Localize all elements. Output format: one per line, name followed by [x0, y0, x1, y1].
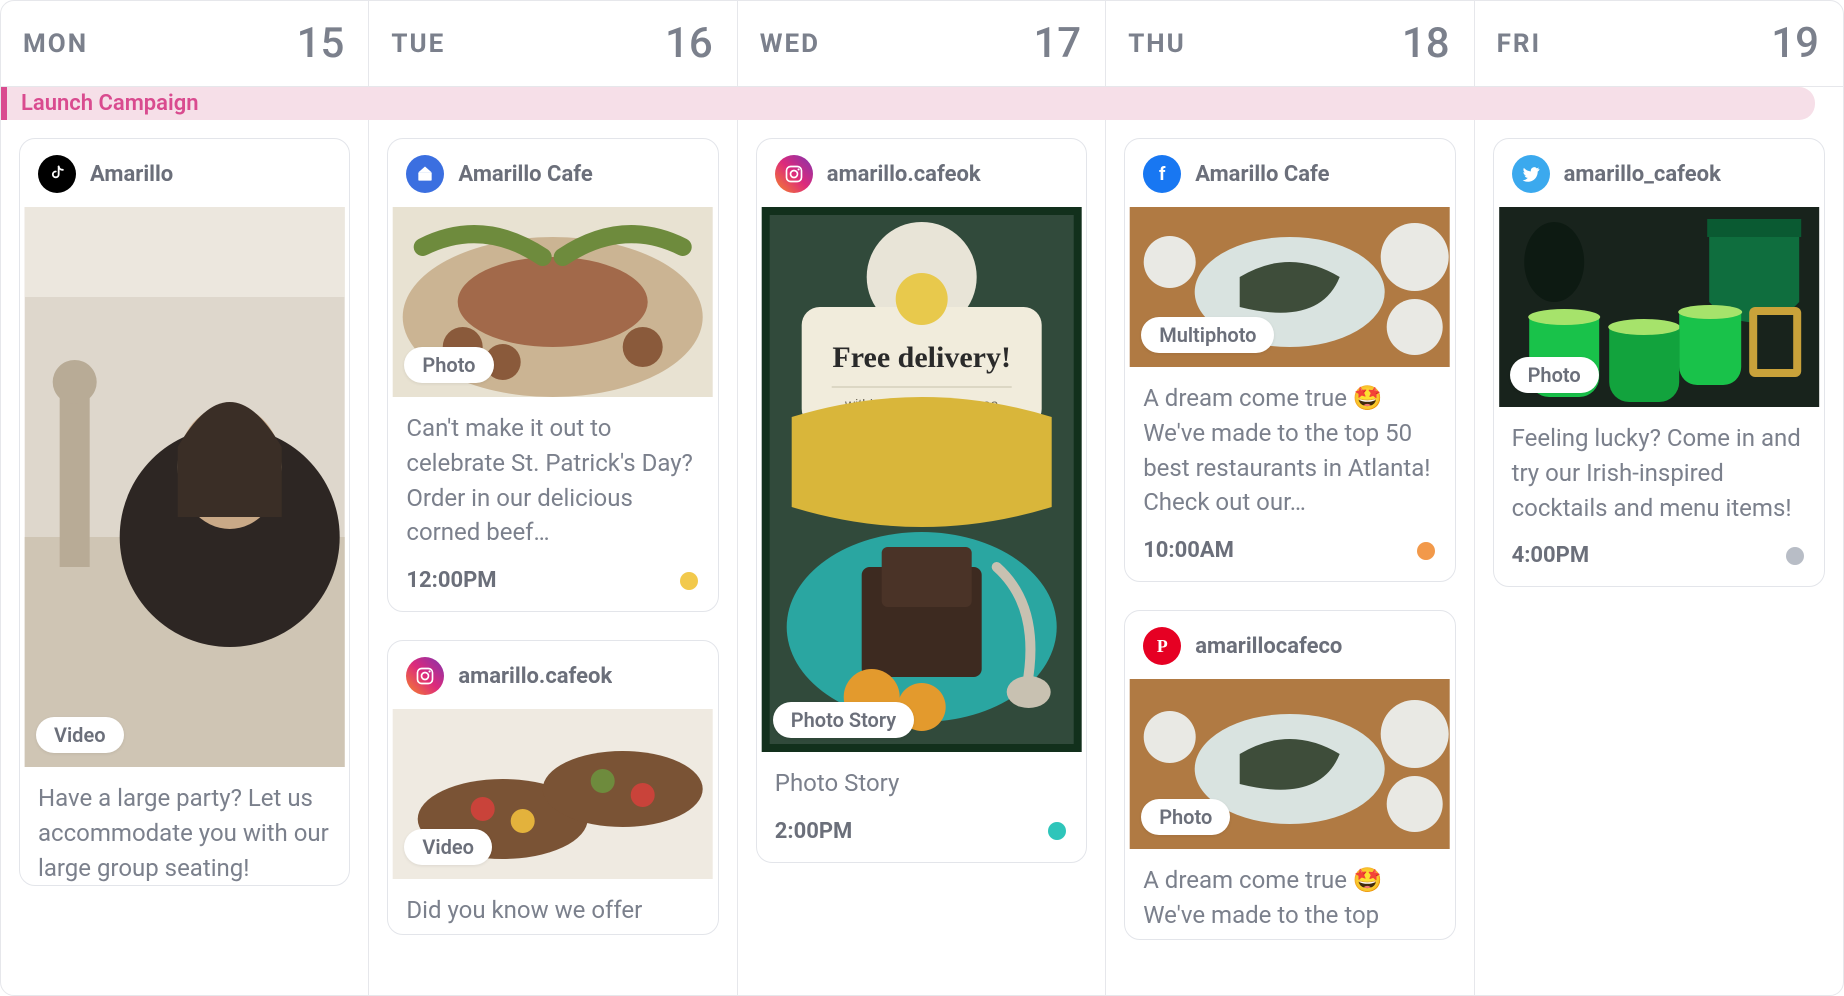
media-type-badge: Multiphoto [1141, 317, 1274, 353]
google-icon [406, 155, 444, 193]
pinterest-icon: P [1143, 627, 1181, 665]
post-card-header: amarillo.cafeok [757, 139, 1086, 207]
post-card[interactable]: P amarillocafeco Photo A dream com [1124, 610, 1455, 940]
post-media: Free delivery! within our coverage area … [757, 207, 1086, 752]
day-header-mon[interactable]: MON 15 [1, 1, 369, 86]
post-time: 2:00PM [775, 819, 853, 844]
post-card[interactable]: Amarillo Cafe Photo Can't mak [387, 138, 718, 612]
tiktok-icon [38, 155, 76, 193]
post-card-footer: 2:00PM [757, 801, 1086, 862]
day-column-wed: amarillo.cafeok Free delivery! within ou… [738, 120, 1106, 995]
calendar-columns: Amarillo Video Have a large p [1, 120, 1843, 995]
account-name: amarillo.cafeok [458, 664, 612, 689]
instagram-icon [775, 155, 813, 193]
day-column-mon: Amarillo Video Have a large p [1, 120, 369, 995]
post-media: Video [388, 709, 717, 879]
post-media: Video [20, 207, 349, 767]
day-number: 16 [665, 19, 713, 68]
status-dot [1048, 822, 1066, 840]
post-card[interactable]: f Amarillo Cafe Multiphoto A dream [1124, 138, 1455, 582]
account-name: amarillo_cafeok [1564, 162, 1721, 187]
day-column-thu: f Amarillo Cafe Multiphoto A dream [1106, 120, 1474, 995]
facebook-icon: f [1143, 155, 1181, 193]
post-text: Did you know we offer [388, 879, 717, 934]
post-card[interactable]: amarillo_cafeok [1493, 138, 1825, 587]
calendar: MON 15 TUE 16 WED 17 THU 18 FRI 19 Launc… [0, 0, 1844, 996]
post-card-footer: 12:00PM [388, 550, 717, 611]
account-name: amarillo.cafeok [827, 162, 981, 187]
post-card-footer: 4:00PM [1494, 525, 1824, 586]
overlay-title: Free delivery! [832, 341, 1011, 374]
day-header-wed[interactable]: WED 17 [738, 1, 1106, 86]
post-media: Multiphoto [1125, 207, 1454, 367]
post-card-header: Amarillo Cafe [388, 139, 717, 207]
post-text: Feeling lucky? Come in and try our Irish… [1494, 407, 1824, 525]
post-text: Have a large party? Let us accommodate y… [20, 767, 349, 885]
day-name: MON [23, 29, 88, 59]
status-dot [1417, 542, 1435, 560]
post-card-header: amarillo.cafeok [388, 641, 717, 709]
post-text: A dream come true 🤩 We've made to the to… [1125, 367, 1454, 520]
day-number: 15 [297, 19, 345, 68]
calendar-header-row: MON 15 TUE 16 WED 17 THU 18 FRI 19 [1, 1, 1843, 87]
campaign-bar[interactable]: Launch Campaign [1, 87, 1815, 120]
day-column-tue: Amarillo Cafe Photo Can't mak [369, 120, 737, 995]
day-name: FRI [1497, 29, 1542, 59]
instagram-icon [406, 657, 444, 695]
post-text: Photo Story [757, 752, 1086, 801]
account-name: Amarillo [90, 162, 173, 187]
media-type-badge: Photo [1141, 799, 1230, 835]
post-text: A dream come true 🤩 We've made to the to… [1125, 849, 1454, 939]
post-card-footer: 10:00AM [1125, 520, 1454, 581]
post-text: Can't make it out to celebrate St. Patri… [388, 397, 717, 550]
day-number: 18 [1402, 19, 1450, 68]
post-time: 12:00PM [406, 568, 496, 593]
account-name: Amarillo Cafe [458, 162, 592, 187]
post-time: 10:00AM [1143, 538, 1234, 563]
day-number: 19 [1771, 19, 1819, 68]
day-header-thu[interactable]: THU 18 [1106, 1, 1474, 86]
day-header-tue[interactable]: TUE 16 [369, 1, 737, 86]
twitter-icon [1512, 155, 1550, 193]
post-card[interactable]: Amarillo Video Have a large p [19, 138, 350, 886]
post-time: 4:00PM [1512, 543, 1590, 568]
post-media: Photo [1125, 679, 1454, 849]
day-name: THU [1128, 29, 1186, 59]
media-type-badge: Photo Story [773, 702, 914, 738]
day-column-fri: amarillo_cafeok [1475, 120, 1843, 995]
post-card-header: amarillo_cafeok [1494, 139, 1824, 207]
post-card-header: f Amarillo Cafe [1125, 139, 1454, 207]
media-type-badge: Video [36, 717, 124, 753]
day-number: 17 [1033, 19, 1081, 68]
media-type-badge: Photo [404, 347, 493, 383]
post-card-header: Amarillo [20, 139, 349, 207]
account-name: Amarillo Cafe [1195, 162, 1329, 187]
media-type-badge: Video [404, 829, 492, 865]
post-media: Photo [388, 207, 717, 397]
post-card[interactable]: amarillo.cafeok Free delivery! within ou… [756, 138, 1087, 863]
post-card[interactable]: amarillo.cafeok Video Did you know we of… [387, 640, 718, 935]
post-card-header: P amarillocafeco [1125, 611, 1454, 679]
status-dot [680, 572, 698, 590]
day-header-fri[interactable]: FRI 19 [1475, 1, 1843, 86]
account-name: amarillocafeco [1195, 634, 1342, 659]
day-name: TUE [391, 29, 445, 59]
media-type-badge: Photo [1510, 357, 1599, 393]
day-name: WED [760, 29, 820, 59]
post-media: Photo [1494, 207, 1824, 407]
status-dot [1786, 547, 1804, 565]
campaign-label: Launch Campaign [21, 91, 199, 116]
